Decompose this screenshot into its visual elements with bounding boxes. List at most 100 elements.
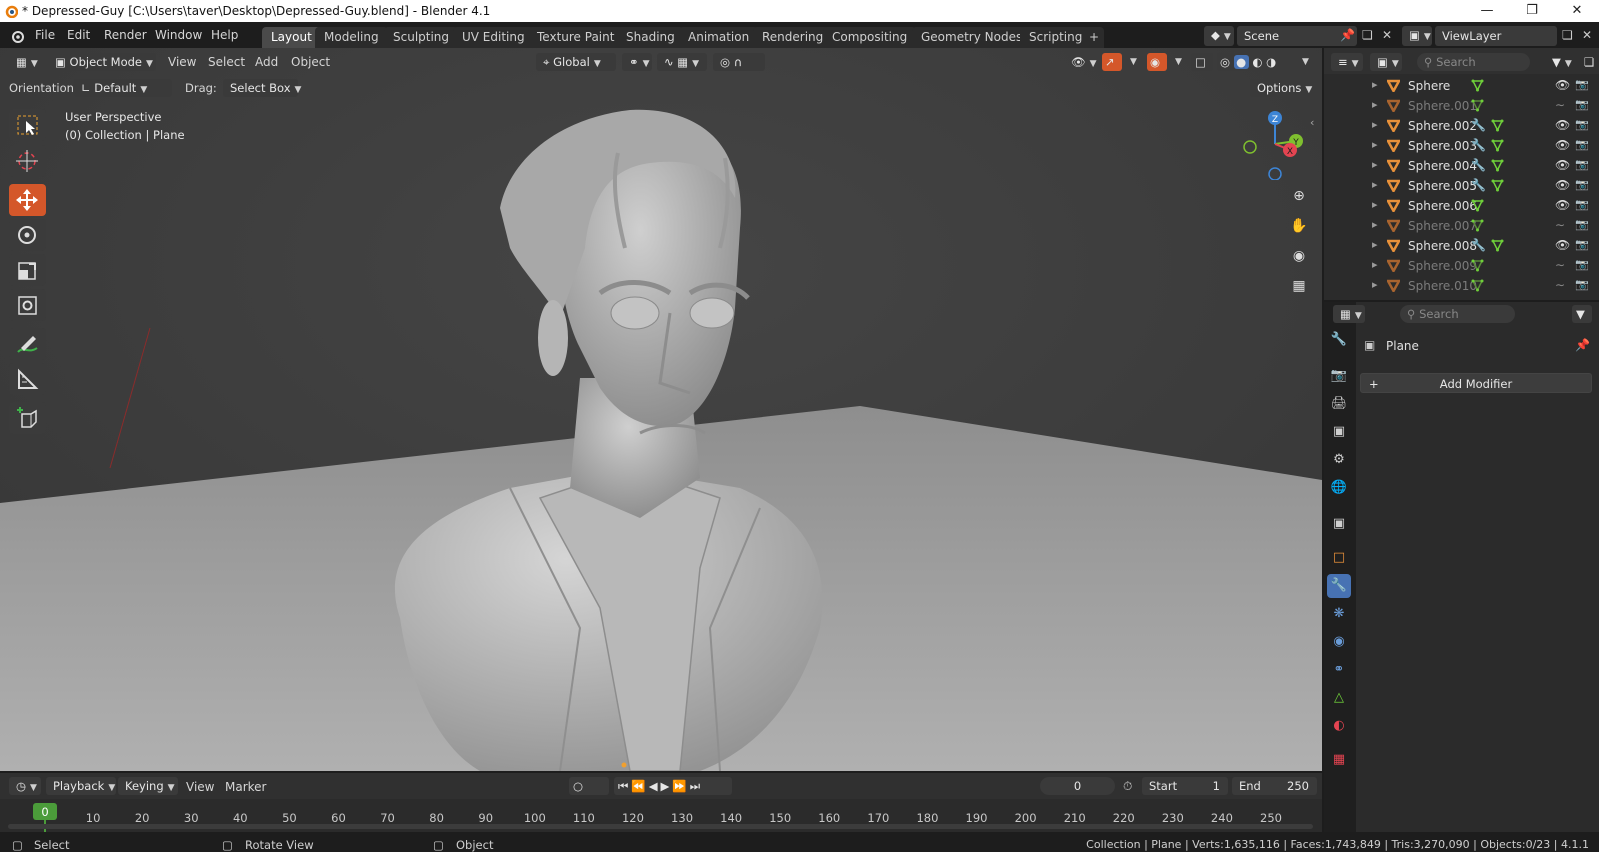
eye-open-icon[interactable]: 👁 [1555, 238, 1570, 252]
eye-open-icon[interactable]: 👁 [1555, 198, 1570, 212]
eye-open-icon[interactable]: 👁 [1555, 118, 1570, 132]
modifier-wrench-icon[interactable]: 🔧 [1471, 238, 1486, 252]
material-icon[interactable]: ◐ [1327, 714, 1351, 738]
viewport-menu-add[interactable]: Add [255, 55, 278, 69]
outliner-filter-icon[interactable]: ▼ ▼ [1545, 53, 1577, 71]
options-dropdown[interactable]: Options ▼ [1250, 79, 1316, 97]
scale-tool[interactable] [9, 254, 46, 286]
eye-closed-icon[interactable]: ∼ [1555, 218, 1565, 232]
mesh-data-icon[interactable] [1471, 259, 1484, 272]
modifier-wrench-icon[interactable]: 🔧 [1471, 178, 1486, 192]
outliner-item[interactable]: ▸ Sphere.010 ∼ 📷 [1331, 276, 1599, 296]
eye-closed-icon[interactable]: ∼ [1555, 278, 1565, 292]
expand-arrow-icon[interactable]: ▸ [1372, 258, 1378, 271]
transform-orientation-dropdown[interactable]: ⌖ Global ▼ [536, 53, 616, 71]
tab-layout[interactable]: Layout [262, 27, 321, 48]
menu-file[interactable]: File [35, 28, 55, 42]
render-icon[interactable]: 📷 [1327, 364, 1351, 388]
snapping-icon[interactable]: ∿ ▦ ▼ [657, 53, 707, 71]
gizmo-dropdown-icon[interactable]: ▼ [1130, 57, 1137, 67]
sidebar-toggle-icon[interactable]: ‹ [1310, 116, 1314, 129]
render-camera-icon[interactable]: 📷 [1575, 98, 1589, 111]
viewport-menu-select[interactable]: Select [208, 55, 245, 69]
pan-hand-icon[interactable]: ✋ [1286, 213, 1312, 239]
tab-animation[interactable]: Animation [679, 27, 759, 48]
particles-icon[interactable]: ❋ [1327, 602, 1351, 626]
close-icon[interactable]: ✕ [1555, 0, 1599, 22]
annotate-tool[interactable] [9, 328, 46, 360]
render-camera-icon[interactable]: 📷 [1575, 278, 1589, 291]
menu-edit[interactable]: Edit [67, 28, 90, 42]
minimize-icon[interactable]: — [1465, 0, 1509, 22]
tab-texture-paint[interactable]: Texture Paint [528, 27, 624, 48]
mesh-data-icon[interactable] [1491, 179, 1504, 192]
properties-options-icon[interactable]: ▼ [1572, 305, 1592, 323]
expand-arrow-icon[interactable]: ▸ [1372, 238, 1378, 251]
properties-editor-type-icon[interactable]: ▦ ▼ [1333, 305, 1365, 323]
cursor-tool[interactable] [9, 145, 46, 177]
start-frame-field[interactable]: Start 1 [1142, 777, 1228, 795]
overlays-dropdown-icon[interactable]: ▼ [1175, 57, 1182, 67]
camera-view-icon[interactable]: ◉ [1286, 243, 1312, 269]
menu-window[interactable]: Window [155, 28, 202, 42]
output-icon[interactable]: 🖨 [1327, 392, 1351, 416]
eye-open-icon[interactable]: 👁 [1555, 138, 1570, 152]
timeline-menu-marker[interactable]: Marker [225, 780, 266, 794]
end-frame-field[interactable]: End 250 [1232, 777, 1317, 795]
constraints-icon[interactable]: ⚭ [1327, 658, 1351, 682]
mesh-data-icon[interactable] [1491, 159, 1504, 172]
tab-geometry-nodes[interactable]: Geometry Nodes [912, 27, 1032, 48]
outliner-item[interactable]: ▸ Sphere.008 🔧 👁 📷 [1331, 236, 1599, 256]
render-camera-icon[interactable]: 📷 [1575, 218, 1589, 231]
navigation-gizmo[interactable]: Z Y X [1238, 108, 1308, 180]
new-view-layer-icon[interactable]: ❏ [1562, 28, 1573, 42]
menu-render[interactable]: Render [104, 28, 147, 42]
outliner-search-input[interactable]: ⚲ Search [1417, 53, 1530, 71]
play-reverse-icon[interactable]: ◀ [649, 779, 661, 793]
editor-type-icon[interactable]: ▦ ▼ [9, 53, 41, 71]
mesh-data-icon[interactable] [1471, 219, 1484, 232]
mesh-data-icon[interactable] [1471, 99, 1484, 112]
outliner-item[interactable]: ▸ Sphere.004 🔧 👁 📷 [1331, 156, 1599, 176]
expand-arrow-icon[interactable]: ▸ [1372, 158, 1378, 171]
outliner-item[interactable]: ▸ Sphere.003 🔧 👁 📷 [1331, 136, 1599, 156]
outliner-editor-type-icon[interactable]: ≡ ▼ [1331, 53, 1363, 71]
expand-arrow-icon[interactable]: ▸ [1372, 198, 1378, 211]
viewport-3d[interactable] [0, 48, 1322, 771]
zoom-icon[interactable]: ⊕ [1286, 183, 1312, 209]
rendered-shading-icon[interactable]: ◑ [1266, 55, 1276, 69]
stopwatch-icon[interactable]: ⏱ [1123, 779, 1132, 794]
modifier-wrench-icon[interactable]: 🔧 [1471, 118, 1486, 132]
visibility-selector-icon[interactable]: 👁 ▼ [1064, 53, 1097, 71]
eye-open-icon[interactable]: 👁 [1555, 178, 1570, 192]
tab-compositing[interactable]: Compositing [823, 27, 917, 48]
outliner-item[interactable]: ▸ Sphere.002 🔧 👁 📷 [1331, 116, 1599, 136]
jump-start-icon[interactable]: ⏮ [618, 779, 631, 793]
auto-keying-icon[interactable]: ○ [569, 777, 609, 795]
tab-modeling[interactable]: Modeling [315, 27, 388, 48]
texture-icon[interactable]: ▦ [1327, 748, 1351, 772]
material-shading-icon[interactable]: ◐ [1252, 55, 1262, 69]
measure-tool[interactable] [9, 363, 46, 395]
expand-arrow-icon[interactable]: ▸ [1372, 98, 1378, 111]
mesh-data-icon[interactable] [1491, 239, 1504, 252]
tab-shading[interactable]: Shading [617, 27, 684, 48]
render-camera-icon[interactable]: 📷 [1575, 138, 1589, 151]
modifier-wrench-icon[interactable]: 🔧 [1471, 138, 1486, 152]
timeline-editor-type-icon[interactable]: ◷ ▼ [9, 777, 41, 795]
add-modifier-button[interactable]: + Add Modifier [1360, 373, 1592, 393]
scene-icon[interactable]: ⚙ [1327, 448, 1351, 472]
properties-search-input[interactable]: ⚲ Search [1400, 305, 1515, 323]
perspective-grid-icon[interactable]: ▦ [1286, 273, 1312, 299]
render-camera-icon[interactable]: 📷 [1575, 158, 1589, 171]
pin-icon[interactable]: 📌 [1575, 338, 1590, 352]
world-icon[interactable]: 🌐 [1327, 476, 1351, 500]
mesh-data-icon[interactable] [1471, 279, 1484, 292]
next-keyframe-icon[interactable]: ⏩ [672, 779, 689, 793]
render-camera-icon[interactable]: 📷 [1575, 78, 1589, 91]
timeline-menu-view[interactable]: View [186, 780, 214, 794]
outliner-item[interactable]: ▸ Sphere.006 👁 📷 [1331, 196, 1599, 216]
data-icon[interactable]: △ [1327, 686, 1351, 710]
tab-scripting[interactable]: Scripting [1020, 27, 1092, 48]
eye-open-icon[interactable]: 👁 [1555, 78, 1570, 92]
